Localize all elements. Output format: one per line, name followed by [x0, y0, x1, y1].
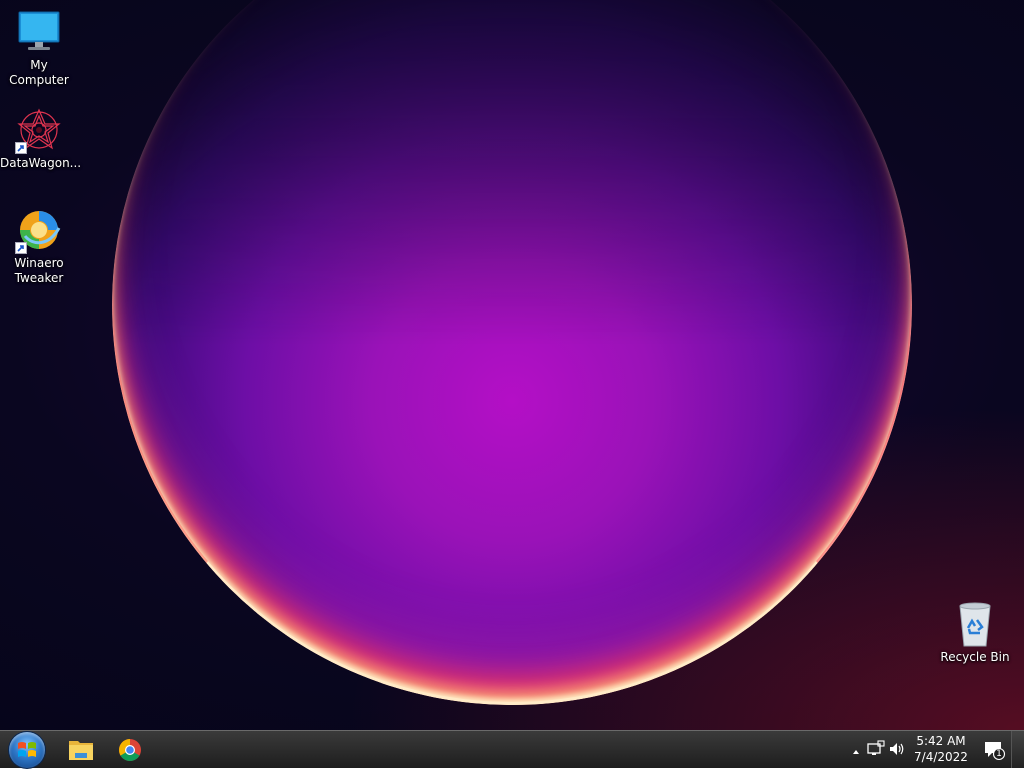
show-hidden-icons-button[interactable]	[850, 743, 862, 762]
desktop-icon-label: Winaero Tweaker	[14, 256, 64, 285]
action-center-button[interactable]: 1	[983, 739, 1007, 765]
computer-icon	[15, 8, 63, 56]
notification-count-badge: 1	[996, 749, 1002, 759]
shortcut-arrow-icon	[15, 242, 27, 254]
taskbar-file-explorer-button[interactable]	[61, 734, 101, 766]
datawagon-icon	[15, 106, 63, 154]
desktop-icon-label: DataWagon...	[0, 156, 82, 170]
notification-icon	[985, 742, 1006, 761]
shortcut-arrow-icon	[15, 142, 27, 154]
taskbar-chrome-button[interactable]	[110, 734, 150, 766]
start-button[interactable]	[9, 732, 45, 768]
volume-tray-button[interactable]	[888, 740, 906, 762]
desktop-wallpaper[interactable]: My Computer DataWagon... Winaero Tweaker…	[0, 0, 1024, 730]
volume-icon	[890, 743, 904, 755]
desktop-icon-winaero-tweaker[interactable]: Winaero Tweaker	[0, 206, 78, 286]
clock-time: 5:42 AM	[916, 734, 966, 748]
desktop-icon-my-computer[interactable]: My Computer	[0, 8, 78, 88]
desktop-icon-label: My Computer	[9, 58, 69, 87]
clock-date: 7/4/2022	[914, 750, 968, 764]
wallpaper-orb-rim	[112, 0, 912, 705]
file-explorer-icon	[69, 741, 93, 760]
recycle-bin-icon	[951, 600, 999, 648]
winaero-tweaker-icon	[15, 206, 63, 254]
desktop-icon-datawagon[interactable]: DataWagon...	[0, 106, 82, 171]
network-tray-button[interactable]	[866, 740, 886, 762]
taskbar: 5:42 AM 7/4/2022 1	[0, 730, 1024, 768]
desktop-icon-label: Recycle Bin	[940, 650, 1010, 664]
network-icon	[867, 740, 885, 755]
taskbar-clock[interactable]: 5:42 AM 7/4/2022	[906, 733, 976, 765]
chevron-up-icon	[853, 750, 859, 754]
show-desktop-button[interactable]	[1011, 731, 1024, 768]
desktop-icon-recycle-bin[interactable]: Recycle Bin	[936, 600, 1014, 665]
windows-logo-icon	[18, 742, 36, 757]
chrome-icon	[119, 739, 141, 761]
